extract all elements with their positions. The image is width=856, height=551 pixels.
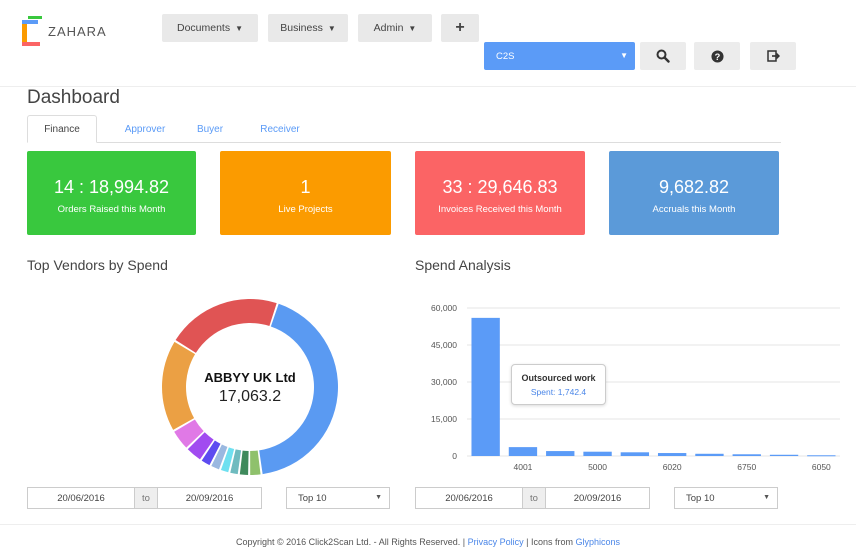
- orders-raised-card[interactable]: 14 : 18,994.82 Orders Raised this Month: [27, 151, 196, 235]
- vendors-to-date[interactable]: 20/09/2016: [157, 487, 262, 509]
- spend-bar[interactable]: [583, 451, 612, 456]
- search-icon: [656, 49, 670, 63]
- footer: Copyright © 2016 Click2Scan Ltd. - All R…: [0, 537, 856, 547]
- tab-approver[interactable]: Approver: [107, 115, 183, 143]
- privacy-policy-link[interactable]: Privacy Policy: [468, 537, 524, 547]
- donut-slice[interactable]: [239, 450, 249, 475]
- tab-buyer[interactable]: Buyer: [187, 115, 233, 143]
- spend-bar[interactable]: [657, 453, 687, 456]
- donut-center-name: ABBYY UK Ltd: [204, 370, 296, 385]
- y-tick-label: 30,000: [431, 377, 457, 387]
- select-arrow-icon: ▼: [375, 494, 382, 501]
- card-label: Orders Raised this Month: [57, 204, 166, 215]
- logo-text: ZAHARA: [48, 24, 107, 39]
- x-tick-label: 4001: [513, 462, 532, 472]
- logo-mark-icon: [22, 16, 42, 46]
- x-tick-label: 6050: [812, 462, 831, 472]
- glyphicons-link[interactable]: Glyphicons: [575, 537, 620, 547]
- page-title: Dashboard: [27, 87, 120, 108]
- spend-date-range: 20/06/2016 to 20/09/2016: [415, 487, 650, 509]
- help-button[interactable]: ?: [694, 42, 740, 70]
- spend-bar[interactable]: [807, 455, 836, 457]
- top-select-value: Top 10: [686, 492, 715, 504]
- card-label: Invoices Received this Month: [438, 204, 562, 215]
- logout-button[interactable]: [750, 42, 796, 70]
- spend-to-date[interactable]: 20/09/2016: [545, 487, 650, 509]
- tab-receiver[interactable]: Receiver: [249, 115, 311, 143]
- spend-bar[interactable]: [508, 447, 538, 456]
- date-to-label: to: [135, 487, 157, 509]
- nav-business-menu[interactable]: Business ▼: [268, 14, 348, 42]
- icons-from-text: | Icons from: [526, 537, 573, 547]
- spend-bar[interactable]: [471, 317, 500, 456]
- y-tick-label: 60,000: [431, 303, 457, 313]
- app-logo[interactable]: ZAHARA: [20, 14, 106, 48]
- tab-finance[interactable]: Finance: [27, 115, 97, 143]
- x-tick-label: 6020: [663, 462, 682, 472]
- logout-icon: [766, 50, 780, 62]
- header-divider: [0, 86, 856, 87]
- date-to-label: to: [523, 487, 545, 509]
- select-arrow-icon: ▼: [763, 494, 770, 501]
- donut-center-value: 17,063.2: [218, 388, 282, 405]
- card-value: 1: [300, 177, 311, 197]
- spend-top-select[interactable]: Top 10 ▼: [674, 487, 778, 509]
- invoices-received-card[interactable]: 33 : 29,646.83 Invoices Received this Mo…: [415, 151, 585, 235]
- vendors-from-date[interactable]: 20/06/2016: [27, 487, 135, 509]
- top-select-value: Top 10: [298, 492, 327, 504]
- x-tick-label: 5000: [588, 462, 607, 472]
- donut-slice[interactable]: [162, 341, 196, 430]
- spend-bar-chart: 0 15,000 30,000 45,000 60,000 4001 5000 6020 675…: [415, 296, 845, 480]
- bar-svg: 0 15,000 30,000 45,000 60,000 4001 5000 6020 675…: [431, 303, 840, 472]
- spend-bar[interactable]: [732, 454, 761, 456]
- top-vendors-title: Top Vendors by Spend: [27, 257, 168, 273]
- footer-divider: [0, 524, 856, 525]
- nav-business-label: Business: [280, 22, 323, 34]
- live-projects-card[interactable]: 1 Live Projects: [220, 151, 391, 235]
- card-label: Accruals this Month: [652, 204, 736, 215]
- x-tick-label: 6750: [737, 462, 756, 472]
- donut-slice[interactable]: [250, 450, 261, 475]
- spend-bar[interactable]: [546, 451, 575, 456]
- nav-documents-label: Documents: [176, 22, 231, 34]
- accruals-card[interactable]: 9,682.82 Accruals this Month: [609, 151, 779, 235]
- spend-analysis-title: Spend Analysis: [415, 257, 511, 273]
- caret-down-icon: ▼: [327, 23, 336, 33]
- nav-documents-menu[interactable]: Documents ▼: [162, 14, 258, 42]
- donut-slice[interactable]: [175, 299, 277, 353]
- card-value: 9,682.82: [658, 177, 730, 197]
- vendors-date-range: 20/06/2016 to 20/09/2016: [27, 487, 262, 509]
- spend-bar[interactable]: [620, 452, 650, 456]
- spend-bar[interactable]: [769, 454, 799, 456]
- caret-down-icon: ▼: [408, 23, 417, 33]
- help-icon: ?: [710, 49, 724, 63]
- plus-icon: +: [455, 19, 465, 36]
- y-tick-label: 15,000: [431, 414, 457, 424]
- copyright-text: Copyright © 2016 Click2Scan Ltd. - All R…: [235, 537, 466, 547]
- company-select[interactable]: C2S ▼: [484, 42, 635, 70]
- card-value: 33 : 29,646.83: [442, 177, 558, 197]
- nav-admin-label: Admin: [373, 22, 404, 34]
- svg-text:?: ?: [714, 51, 720, 61]
- card-label: Live Projects: [278, 204, 333, 215]
- vendors-donut-chart: ABBYY UK Ltd 17,063.2: [155, 296, 345, 480]
- search-button[interactable]: [640, 42, 686, 70]
- add-button[interactable]: +: [441, 14, 479, 42]
- spend-bar[interactable]: [695, 453, 724, 456]
- chart-tooltip: Outsourced work Spent: 1,742.4: [511, 364, 606, 405]
- y-tick-label: 45,000: [431, 340, 457, 350]
- spend-from-date[interactable]: 20/06/2016: [415, 487, 523, 509]
- y-tick-label: 0: [452, 451, 457, 461]
- nav-admin-menu[interactable]: Admin ▼: [358, 14, 432, 42]
- select-arrow-icon: ▼: [620, 51, 628, 60]
- caret-down-icon: ▼: [235, 23, 244, 33]
- company-select-value: C2S: [496, 50, 515, 62]
- vendors-top-select[interactable]: Top 10 ▼: [286, 487, 390, 509]
- card-value: 14 : 18,994.82: [53, 177, 170, 197]
- tooltip-text: Spent: 1,742.4: [530, 387, 587, 397]
- dashboard-tabs: Finance Approver Buyer Receiver: [27, 115, 781, 143]
- tooltip-title: Outsourced work: [521, 373, 596, 383]
